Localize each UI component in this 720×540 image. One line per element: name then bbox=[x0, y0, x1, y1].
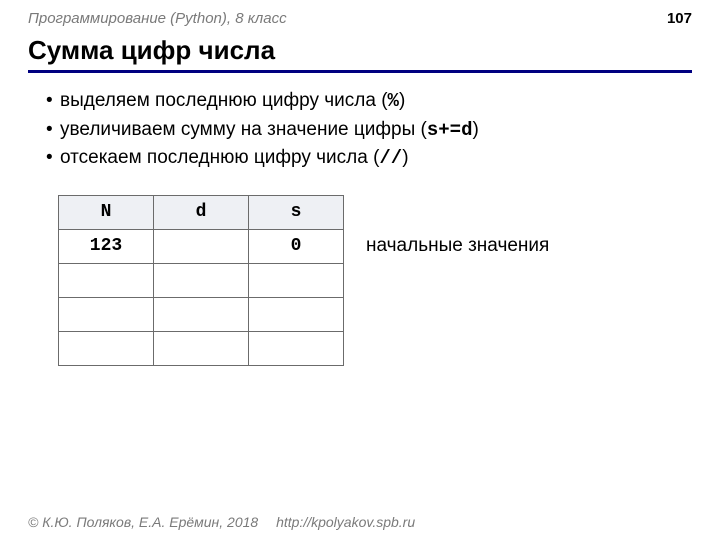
table-header-cell: N bbox=[59, 195, 154, 229]
slide-title: Сумма цифр числа bbox=[28, 35, 692, 73]
bullet-item: выделяем последнюю цифру числа (%) bbox=[46, 87, 692, 116]
table-row bbox=[59, 297, 344, 331]
table-header-row: N d s bbox=[59, 195, 344, 229]
bullet-list: выделяем последнюю цифру числа (%) увели… bbox=[28, 87, 692, 173]
bullet-code: // bbox=[379, 147, 402, 169]
bullet-text: увеличиваем сумму на значение цифры ( bbox=[60, 119, 427, 140]
bullet-item: увеличиваем сумму на значение цифры (s+=… bbox=[46, 116, 692, 145]
bullet-text: выделяем последнюю цифру числа ( bbox=[60, 90, 388, 111]
footer-copyright: © К.Ю. Поляков, Е.А. Ерёмин, 2018 bbox=[28, 514, 258, 530]
table-row bbox=[59, 331, 344, 365]
table-area: N d s 123 0 bbox=[58, 195, 692, 366]
table-header-cell: d bbox=[154, 195, 249, 229]
table-row: 123 0 bbox=[59, 229, 344, 263]
slide-footer: © К.Ю. Поляков, Е.А. Ерёмин, 2018 http:/… bbox=[28, 514, 415, 530]
table-cell bbox=[59, 263, 154, 297]
table-row bbox=[59, 263, 344, 297]
table-cell bbox=[249, 331, 344, 365]
table-cell: 0 bbox=[249, 229, 344, 263]
course-label: Программирование (Python), 8 класс bbox=[28, 10, 287, 27]
slide-header: Программирование (Python), 8 класс 107 bbox=[28, 10, 692, 27]
table-cell bbox=[59, 297, 154, 331]
table-header-cell: s bbox=[249, 195, 344, 229]
slide: Программирование (Python), 8 класс 107 С… bbox=[0, 0, 720, 540]
table-cell bbox=[249, 297, 344, 331]
bullet-code: s+=d bbox=[427, 119, 473, 141]
trace-table: N d s 123 0 bbox=[58, 195, 344, 366]
bullet-text: ) bbox=[402, 147, 408, 168]
bullet-text: ) bbox=[399, 90, 405, 111]
footer-url: http://kpolyakov.spb.ru bbox=[276, 514, 415, 530]
table-cell bbox=[59, 331, 154, 365]
table-cell bbox=[249, 263, 344, 297]
bullet-code: % bbox=[388, 90, 399, 112]
table-cell bbox=[154, 229, 249, 263]
table-cell bbox=[154, 297, 249, 331]
page-number: 107 bbox=[667, 10, 692, 27]
bullet-text: ) bbox=[472, 119, 478, 140]
table-cell bbox=[154, 263, 249, 297]
bullet-text: отсекаем последнюю цифру числа ( bbox=[60, 147, 379, 168]
table-cell bbox=[154, 331, 249, 365]
table-cell: 123 bbox=[59, 229, 154, 263]
table-side-label: начальные значения bbox=[366, 195, 549, 257]
bullet-item: отсекаем последнюю цифру числа (//) bbox=[46, 144, 692, 173]
